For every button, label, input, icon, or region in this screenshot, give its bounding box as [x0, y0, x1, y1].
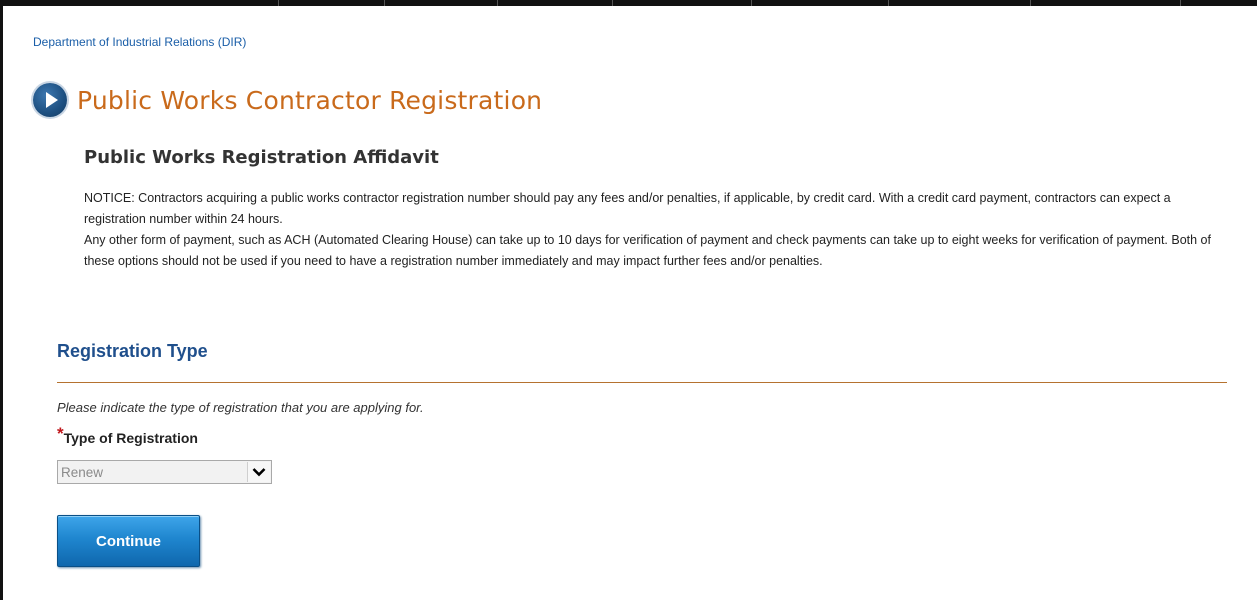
window-top-border	[0, 0, 1257, 6]
type-of-registration-select[interactable]: Renew	[57, 460, 272, 484]
notice-paragraph-2: Any other form of payment, such as ACH (…	[84, 233, 1211, 268]
registration-type-heading: Registration Type	[57, 341, 208, 361]
affidavit-title: Public Works Registration Affidavit	[84, 147, 439, 168]
notice-text: NOTICE: Contractors acquiring a public w…	[84, 188, 1234, 272]
required-marker: *	[57, 424, 64, 443]
page-title-row: Public Works Contractor Registration	[33, 82, 542, 118]
registration-instruction: Please indicate the type of registration…	[57, 400, 424, 415]
section-divider	[57, 382, 1227, 383]
select-value: Renew	[61, 465, 104, 480]
window-left-border	[0, 0, 3, 600]
type-of-registration-label: *Type of Registration	[57, 424, 198, 448]
chevron-down-icon[interactable]	[247, 462, 270, 482]
circle-play-arrow-icon	[33, 83, 67, 117]
breadcrumb-dir-link[interactable]: Department of Industrial Relations (DIR)	[33, 35, 246, 49]
page-title: Public Works Contractor Registration	[77, 85, 543, 115]
continue-button[interactable]: Continue	[57, 515, 200, 567]
field-label-text: Type of Registration	[63, 430, 198, 446]
notice-paragraph-1: NOTICE: Contractors acquiring a public w…	[84, 191, 1171, 226]
